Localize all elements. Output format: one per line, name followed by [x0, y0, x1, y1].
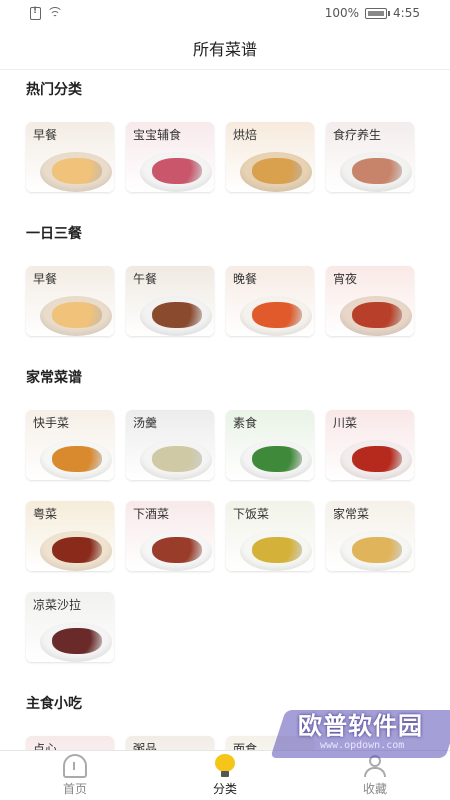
category-tile[interactable]: 面食	[226, 736, 314, 750]
category-tile[interactable]: 宵夜	[326, 266, 414, 336]
category-section: 热门分类早餐 宝宝辅食 烘焙 食疗养生	[0, 70, 450, 214]
section-title: 热门分类	[26, 82, 82, 98]
status-left	[30, 6, 63, 20]
category-tile[interactable]: 凉菜沙拉	[26, 592, 114, 662]
category-tile[interactable]: 粤菜	[26, 501, 114, 571]
dish-food-image	[52, 302, 102, 328]
category-label: 面食	[233, 742, 258, 750]
category-label: 粤菜	[33, 507, 58, 521]
category-label: 食疗养生	[333, 128, 382, 142]
dish-food-image	[252, 446, 302, 472]
category-tile[interactable]: 烘焙	[226, 122, 314, 192]
category-tile[interactable]: 粥品	[126, 736, 214, 750]
section-title: 家常菜谱	[26, 370, 82, 386]
nav-item-category[interactable]: 分类	[175, 754, 275, 797]
category-label: 点心	[33, 742, 58, 750]
category-label: 素食	[233, 416, 258, 430]
sim-alert-icon	[30, 6, 41, 20]
title-bar: 所有菜谱	[0, 26, 450, 70]
battery-percent: 100%	[324, 6, 360, 20]
category-tile[interactable]: 食疗养生	[326, 122, 414, 192]
dish-food-image	[52, 537, 102, 563]
category-tile[interactable]: 早餐	[26, 122, 114, 192]
category-tile[interactable]: 川菜	[326, 410, 414, 480]
category-grid: 早餐 午餐 晚餐 宵夜	[26, 252, 450, 358]
category-tile[interactable]: 早餐	[26, 266, 114, 336]
category-tile[interactable]: 汤羹	[126, 410, 214, 480]
battery-icon	[365, 7, 391, 19]
recipe-category-list[interactable]: 热门分类 早餐 宝宝辅食 烘焙 食疗养生 一日三餐 早餐 午餐 晚餐 宵夜 家常菜谱 快手菜 汤羹 素食川…	[0, 70, 450, 750]
category-label: 宝宝辅食	[133, 128, 182, 142]
dish-food-image	[252, 158, 302, 184]
category-label: 早餐	[33, 272, 58, 286]
nav-label-home: 首页	[62, 782, 87, 796]
category-grid: 早餐 宝宝辅食 烘焙 食疗养生	[26, 108, 450, 214]
dish-food-image	[352, 446, 402, 472]
dish-food-image	[152, 537, 202, 563]
dish-food-image	[152, 302, 202, 328]
category-tile[interactable]: 宝宝辅食	[126, 122, 214, 192]
status-time: 4:55	[393, 6, 420, 20]
category-grid: 快手菜 汤羹 素食 川菜粤菜 下酒菜 下饭菜 家常菜凉菜沙拉	[26, 396, 450, 684]
category-tile[interactable]: 快手菜	[26, 410, 114, 480]
category-tile[interactable]: 点心	[26, 736, 114, 750]
dish-food-image	[152, 446, 202, 472]
category-label: 午餐	[133, 272, 158, 286]
category-tile[interactable]: 晚餐	[226, 266, 314, 336]
category-label: 凉菜沙拉	[33, 598, 82, 612]
category-tile[interactable]: 下酒菜	[126, 501, 214, 571]
dish-food-image	[352, 302, 402, 328]
dish-food-image	[352, 158, 402, 184]
status-bar: 100% 4:55	[0, 0, 450, 26]
category-label: 早餐	[33, 128, 58, 142]
nav-label-favorites: 收藏	[362, 782, 387, 796]
bulb-icon	[214, 754, 236, 778]
category-label: 宵夜	[333, 272, 358, 286]
category-section: 家常菜谱快手菜 汤羹 素食 川菜粤菜 下酒菜 下饭菜 家常菜凉菜沙拉	[0, 358, 450, 684]
user-icon	[362, 754, 388, 778]
dish-food-image	[52, 446, 102, 472]
section-title: 主食小吃	[26, 696, 82, 712]
bottom-nav: 首页 分类 收藏	[0, 750, 450, 800]
category-tile[interactable]: 下饭菜	[226, 501, 314, 571]
category-label: 家常菜	[333, 507, 370, 521]
dish-food-image	[252, 537, 302, 563]
category-label: 烘焙	[233, 128, 258, 142]
category-tile[interactable]: 午餐	[126, 266, 214, 336]
dish-food-image	[52, 158, 102, 184]
category-label: 川菜	[333, 416, 358, 430]
nav-item-home[interactable]: 首页	[25, 754, 125, 797]
category-label: 汤羹	[133, 416, 158, 430]
dish-food-image	[52, 628, 102, 654]
nav-item-favorites[interactable]: 收藏	[325, 754, 425, 797]
category-label: 下饭菜	[233, 507, 270, 521]
section-title: 一日三餐	[26, 226, 82, 242]
nav-label-category: 分类	[212, 782, 237, 796]
page-title: 所有菜谱	[192, 39, 257, 59]
dish-food-image	[252, 302, 302, 328]
category-section: 一日三餐早餐 午餐 晚餐 宵夜	[0, 214, 450, 358]
status-right: 100% 4:55	[325, 6, 420, 20]
category-section: 主食小吃点心 粥品 面食	[0, 684, 450, 750]
category-tile[interactable]: 素食	[226, 410, 314, 480]
dish-food-image	[352, 537, 402, 563]
dish-food-image	[152, 158, 202, 184]
category-label: 下酒菜	[133, 507, 170, 521]
wifi-icon	[47, 7, 63, 19]
home-icon	[63, 754, 87, 778]
category-label: 快手菜	[33, 416, 70, 430]
category-grid: 点心 粥品 面食	[26, 722, 450, 750]
category-tile[interactable]: 家常菜	[326, 501, 414, 571]
category-label: 粥品	[133, 742, 158, 750]
category-label: 晚餐	[233, 272, 258, 286]
